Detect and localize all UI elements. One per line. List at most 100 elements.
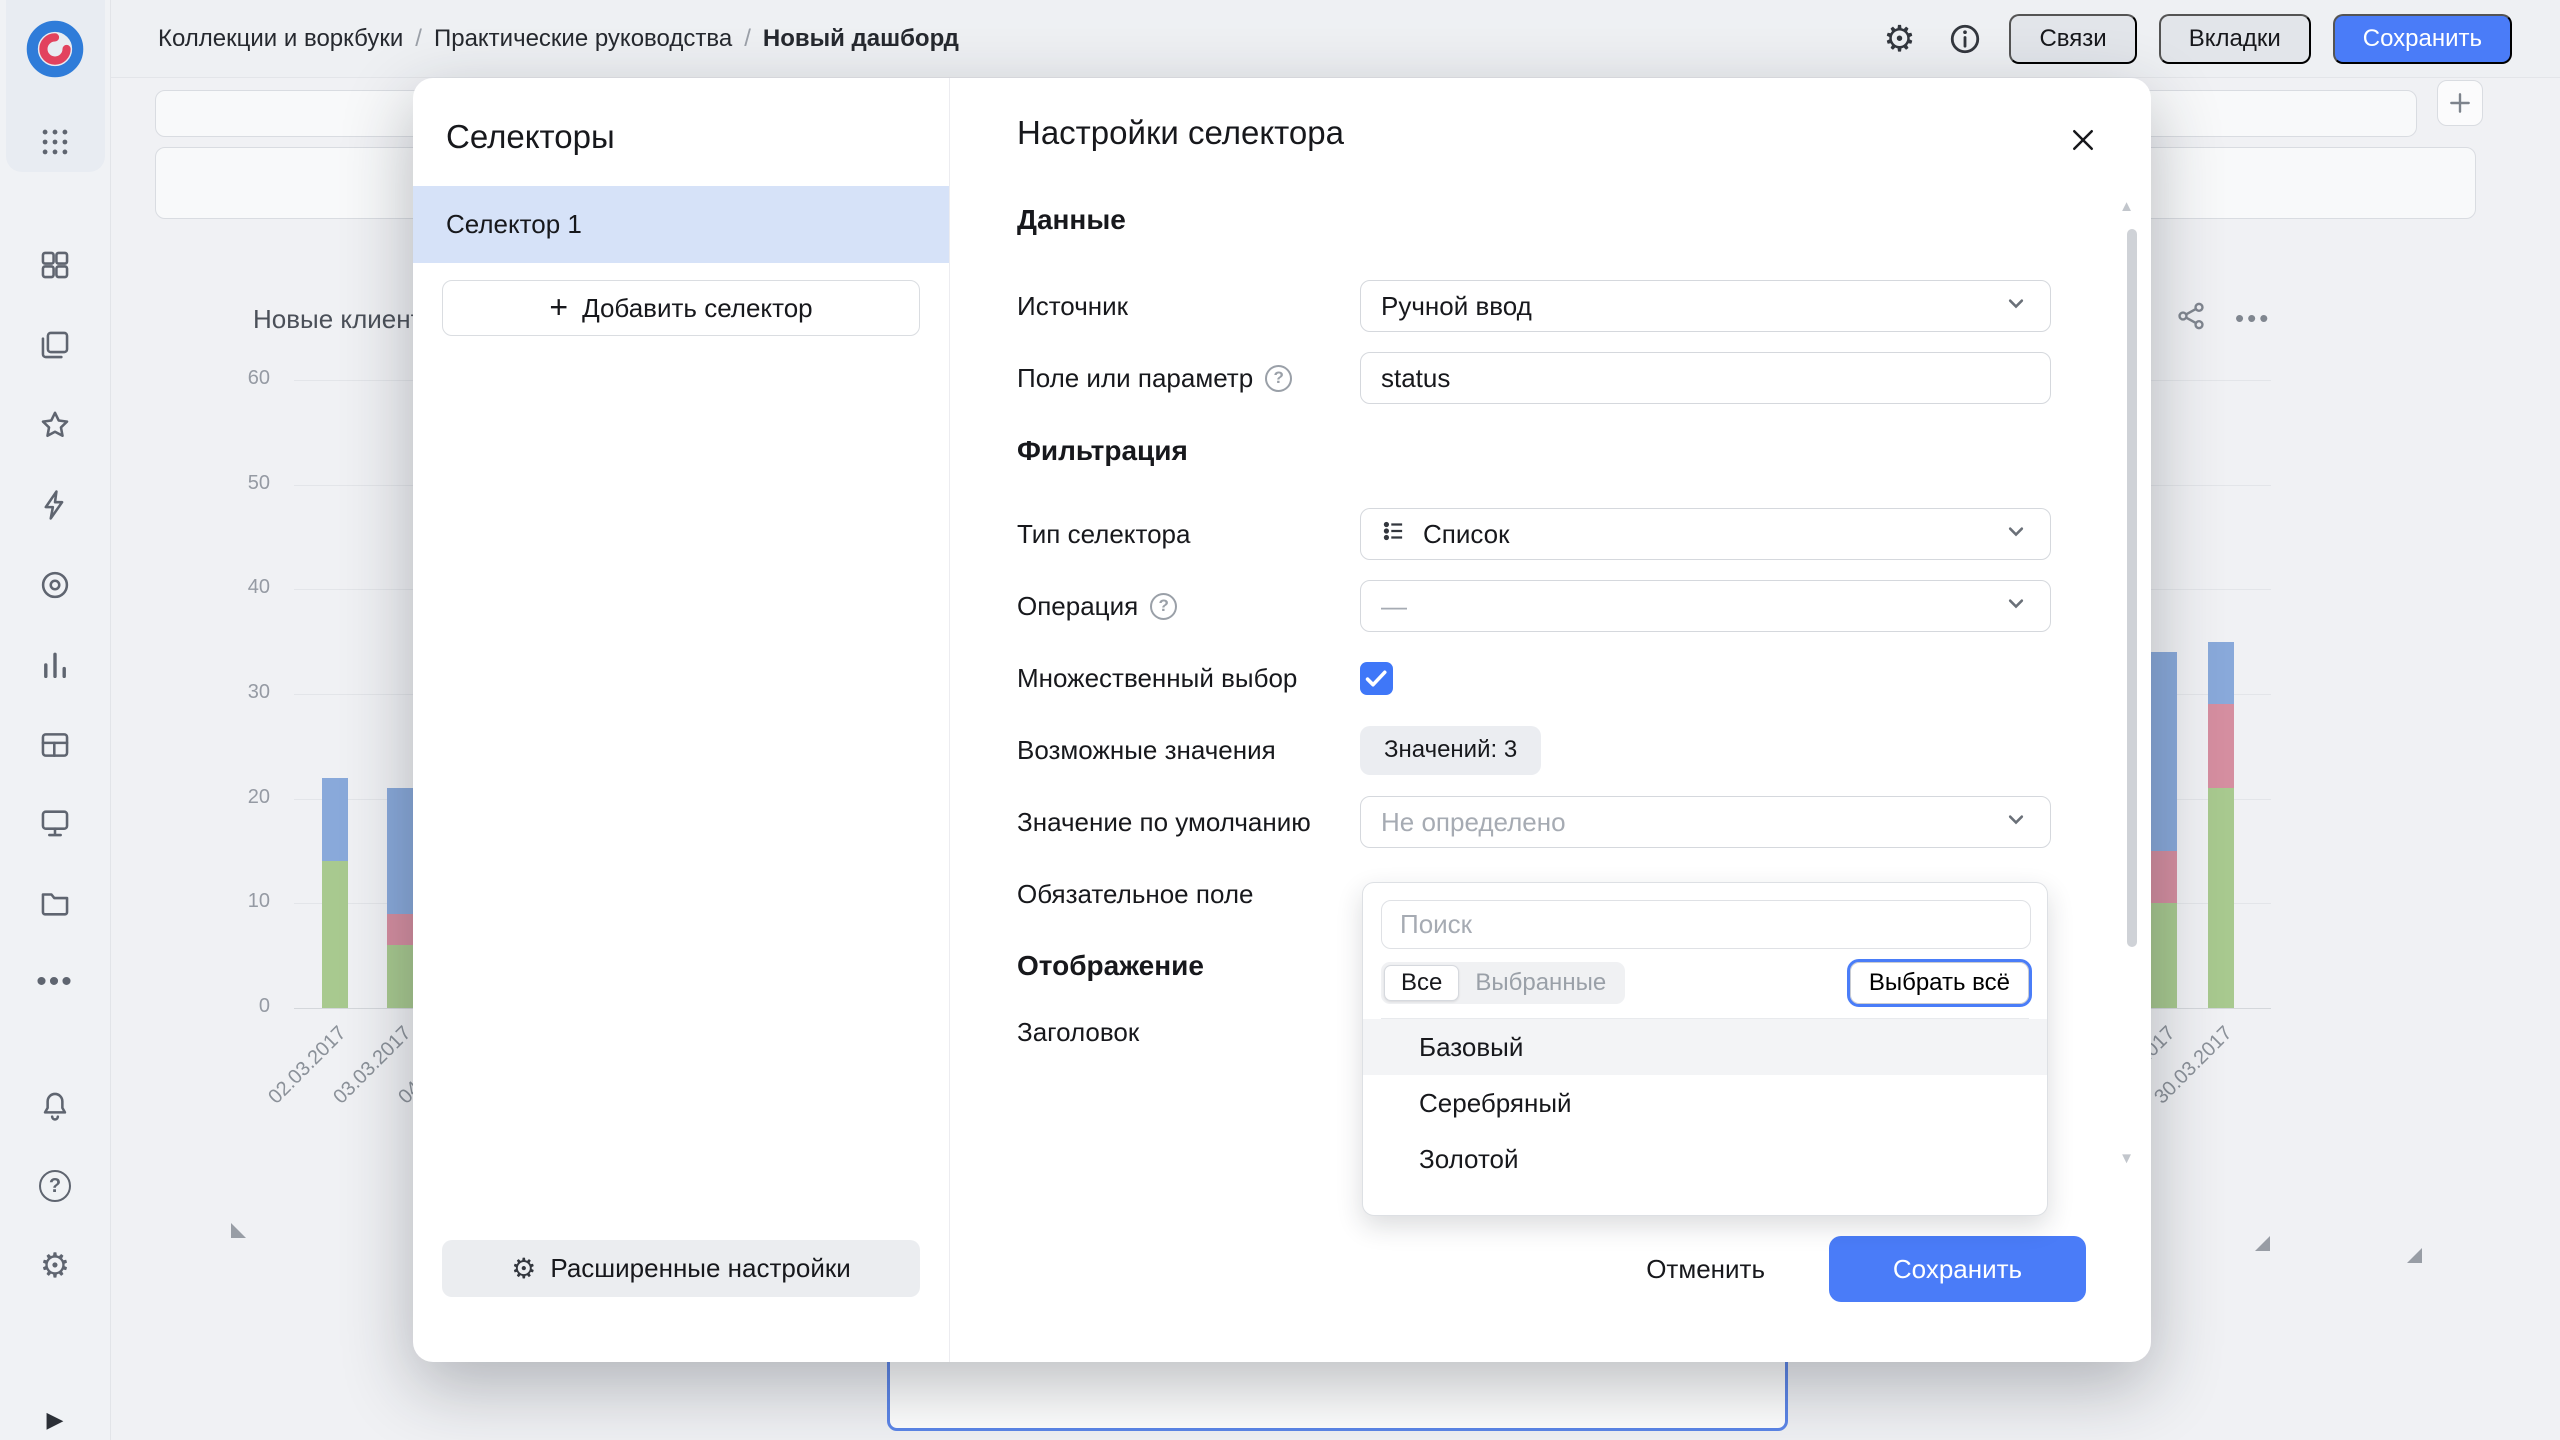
bar-segment-green bbox=[2151, 903, 2177, 1008]
tabs-button[interactable]: Вкладки bbox=[2159, 14, 2311, 64]
charts-icon[interactable] bbox=[33, 643, 77, 687]
title-label: Заголовок bbox=[1017, 1017, 1360, 1048]
plus-icon: + bbox=[549, 291, 568, 323]
bar-segment-blue bbox=[387, 788, 413, 914]
bar-segment-pink bbox=[2151, 851, 2177, 903]
dashboard-save-button[interactable]: Сохранить bbox=[2333, 14, 2512, 64]
source-select-value: Ручной ввод bbox=[1381, 291, 1532, 322]
more-ellipsis-icon[interactable]: ••• bbox=[33, 960, 77, 1004]
field-row: Поле или параметр ? bbox=[1017, 352, 2051, 404]
bar-segment-blue bbox=[2208, 642, 2234, 705]
selector-type-row: Тип селектора Список bbox=[1017, 508, 2051, 560]
add-selector-label: Добавить селектор bbox=[582, 293, 813, 324]
topbar-actions: ⚙ Связи Вкладки Сохранить bbox=[1877, 14, 2512, 64]
source-row: Источник Ручной ввод bbox=[1017, 280, 2051, 332]
workbooks-icon[interactable] bbox=[33, 323, 77, 367]
y-axis-tick-label: 30 bbox=[170, 681, 270, 704]
breadcrumb-guides[interactable]: Практические руководства bbox=[434, 25, 732, 53]
monitor-icon[interactable] bbox=[33, 801, 77, 845]
selector-type-value: Список bbox=[1423, 519, 1510, 550]
selector-list-item[interactable]: Селектор 1 bbox=[413, 186, 949, 263]
select-all-button[interactable]: Выбрать всё bbox=[1850, 962, 2029, 1004]
breadcrumb-separator: / bbox=[744, 25, 751, 53]
bar-segment-pink bbox=[2208, 704, 2234, 788]
operation-row: Операция ? — bbox=[1017, 580, 2051, 632]
selector-type-label: Тип селектора bbox=[1017, 519, 1360, 550]
default-value-select[interactable]: Не определено bbox=[1360, 796, 2051, 848]
scroll-down-arrow[interactable]: ▼ bbox=[2119, 1150, 2134, 1167]
operation-select-value: — bbox=[1381, 591, 1407, 622]
multiselect-label: Множественный выбор bbox=[1017, 663, 1360, 694]
scrollbar-thumb[interactable] bbox=[2127, 229, 2137, 947]
folder-icon[interactable] bbox=[33, 881, 77, 925]
chevron-down-icon bbox=[2002, 517, 2030, 552]
required-field-label: Обязательное поле bbox=[1017, 879, 1360, 910]
field-help-icon[interactable]: ? bbox=[1265, 365, 1292, 392]
values-count-chip[interactable]: Значений: 3 bbox=[1360, 726, 1541, 775]
y-axis-tick-label: 40 bbox=[170, 576, 270, 599]
table-icon[interactable] bbox=[33, 723, 77, 767]
selector-type-select[interactable]: Список bbox=[1360, 508, 2051, 560]
possible-values-row: Возможные значения Значений: 3 bbox=[1017, 724, 2051, 776]
info-icon[interactable] bbox=[1943, 17, 1987, 61]
default-value-placeholder: Не определено bbox=[1381, 807, 1566, 838]
dialog-save-button[interactable]: Сохранить bbox=[1829, 1236, 2086, 1302]
tab-selected[interactable]: Выбранные bbox=[1459, 965, 1622, 1001]
settings-panel-title: Настройки селектора bbox=[1017, 114, 2051, 158]
tab-all[interactable]: Все bbox=[1384, 965, 1459, 1001]
datalens-logo[interactable] bbox=[26, 20, 84, 78]
multiselect-checkbox[interactable] bbox=[1360, 662, 1393, 695]
settings-gear-icon[interactable]: ⚙ bbox=[33, 1244, 77, 1288]
filtering-section-heading: Фильтрация bbox=[1017, 435, 2051, 471]
bar-segment-blue bbox=[322, 778, 348, 862]
option-item[interactable]: Серебряный bbox=[1363, 1075, 2047, 1131]
operation-label: Операция bbox=[1017, 591, 1138, 622]
dashboard-settings-gear-icon[interactable]: ⚙ bbox=[1877, 17, 1921, 61]
field-input[interactable] bbox=[1360, 352, 2051, 404]
widget-resize-handle-bl[interactable] bbox=[231, 1223, 246, 1238]
source-select[interactable]: Ручной ввод bbox=[1360, 280, 2051, 332]
advanced-settings-button[interactable]: ⚙ Расширенные настройки bbox=[442, 1240, 920, 1297]
option-item[interactable]: Золотой bbox=[1363, 1131, 2047, 1187]
y-axis-tick-label: 0 bbox=[170, 995, 270, 1018]
operation-help-icon[interactable]: ? bbox=[1150, 593, 1177, 620]
bar-segment-pink bbox=[387, 914, 413, 945]
expand-play-icon[interactable]: ▶ bbox=[33, 1398, 77, 1440]
option-item[interactable]: Базовый bbox=[1363, 1019, 2047, 1075]
widget-resize-handle-br[interactable] bbox=[2255, 1236, 2270, 1251]
operation-select[interactable]: — bbox=[1360, 580, 2051, 632]
favorites-star-icon[interactable] bbox=[33, 403, 77, 447]
chevron-down-icon bbox=[2002, 589, 2030, 624]
disc-icon[interactable] bbox=[33, 563, 77, 607]
values-search-input[interactable] bbox=[1381, 900, 2031, 949]
close-dialog-button[interactable] bbox=[2063, 120, 2103, 160]
bar-segment-green bbox=[2208, 788, 2234, 1008]
chevron-down-icon bbox=[2002, 289, 2030, 324]
bar-segment-green bbox=[387, 945, 413, 1008]
breadcrumb-collections[interactable]: Коллекции и воркбуки bbox=[158, 25, 403, 53]
possible-values-label: Возможные значения bbox=[1017, 735, 1360, 766]
scroll-up-arrow[interactable]: ▲ bbox=[2119, 198, 2134, 215]
notifications-bell-icon[interactable] bbox=[33, 1084, 77, 1128]
add-selector-button[interactable]: + Добавить селектор bbox=[442, 280, 920, 336]
values-dropdown-popup: Все Выбранные Выбрать всё Базовый Серебр… bbox=[1362, 882, 2048, 1216]
apps-grid-icon[interactable] bbox=[33, 120, 77, 164]
chevron-down-icon bbox=[2002, 805, 2030, 840]
y-axis-tick-label: 50 bbox=[170, 472, 270, 495]
widget-resize-handle-right[interactable] bbox=[2407, 1248, 2422, 1263]
bar-segment-blue bbox=[2151, 652, 2177, 851]
selectors-panel-title: Селекторы bbox=[413, 78, 949, 186]
help-question-icon[interactable]: ? bbox=[33, 1164, 77, 1208]
quick-actions-lightning-icon[interactable] bbox=[33, 483, 77, 527]
selectors-list-panel: Селекторы Селектор 1 + Добавить селектор… bbox=[413, 78, 950, 1362]
breadcrumb-separator: / bbox=[415, 25, 422, 53]
advanced-settings-label: Расширенные настройки bbox=[550, 1253, 850, 1284]
top-bar: Коллекции и воркбуки / Практические руко… bbox=[111, 0, 2560, 78]
list-type-icon bbox=[1381, 518, 1407, 551]
left-nav-sidebar: ••• ? ⚙ ▶ bbox=[0, 0, 111, 1440]
collections-icon[interactable] bbox=[33, 243, 77, 287]
default-value-row: Значение по умолчанию Не определено bbox=[1017, 796, 2051, 848]
relations-button[interactable]: Связи bbox=[2009, 14, 2136, 64]
cancel-button[interactable]: Отменить bbox=[1626, 1240, 1785, 1299]
values-options-list: Базовый Серебряный Золотой bbox=[1363, 1019, 2047, 1187]
